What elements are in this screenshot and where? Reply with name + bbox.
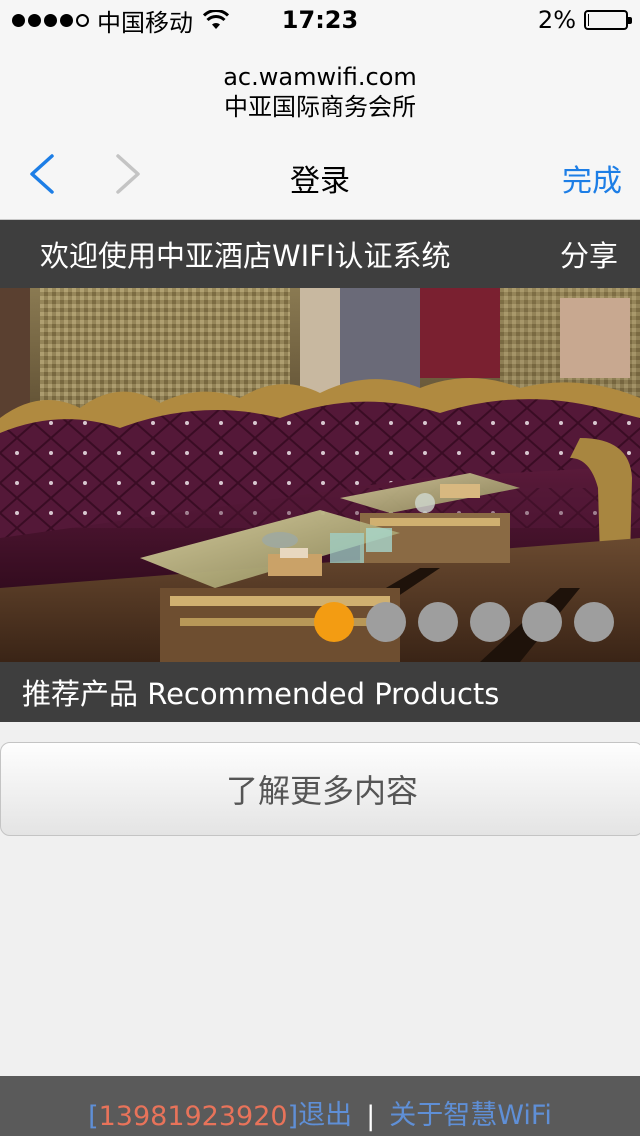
share-button[interactable]: 分享 — [560, 233, 618, 275]
footer-separator: | — [366, 1101, 376, 1132]
welcome-bar: 欢迎使用中亚酒店WIFI认证系统 分享 — [0, 220, 640, 288]
site-title: 中亚国际商务会所 — [224, 93, 416, 121]
user-phone-number: 13981923920 — [98, 1101, 288, 1132]
footer-bracket-open: [ — [88, 1101, 99, 1132]
about-link[interactable]: 关于智慧WiFi — [389, 1093, 552, 1132]
learn-more-button[interactable]: 了解更多内容 — [0, 742, 640, 836]
battery-icon — [584, 10, 632, 30]
banner-carousel[interactable] — [0, 288, 640, 662]
navigation-bar: 登录 完成 — [0, 128, 640, 220]
carousel-dot[interactable] — [366, 602, 406, 642]
wifi-icon — [203, 10, 229, 29]
footer: [ 13981923920 ] 退出 | 关于智慧WiFi — [0, 1076, 640, 1136]
carousel-dot[interactable] — [314, 602, 354, 642]
signal-strength-icon — [12, 13, 89, 27]
address-bar: ac.wamwifi.com 中亚国际商务会所 — [0, 40, 640, 128]
done-button[interactable]: 完成 — [562, 156, 622, 200]
carousel-dot[interactable] — [522, 602, 562, 642]
logout-link[interactable]: 退出 — [298, 1093, 352, 1132]
recommended-header: 推荐产品 Recommended Products — [0, 662, 640, 722]
welcome-text: 欢迎使用中亚酒店WIFI认证系统 — [40, 239, 451, 273]
battery-fill — [588, 14, 589, 26]
carousel-dot[interactable] — [418, 602, 458, 642]
recommended-title: 推荐产品 Recommended Products — [22, 677, 500, 711]
page-url: ac.wamwifi.com — [223, 63, 417, 91]
footer-bracket-close: ] — [287, 1101, 299, 1132]
chevron-left-icon[interactable] — [24, 152, 64, 196]
carrier-name: 中国移动 — [97, 8, 193, 37]
carousel-indicator — [314, 602, 614, 642]
carousel-dot[interactable] — [574, 602, 614, 642]
page-title: 登录 — [290, 164, 350, 199]
status-bar: 中国移动 17:23 2% — [0, 0, 640, 40]
carousel-dot[interactable] — [470, 602, 510, 642]
chevron-right-icon[interactable] — [106, 152, 146, 196]
battery-percent: 2% — [537, 6, 576, 34]
learn-more-label: 了解更多内容 — [225, 772, 418, 810]
